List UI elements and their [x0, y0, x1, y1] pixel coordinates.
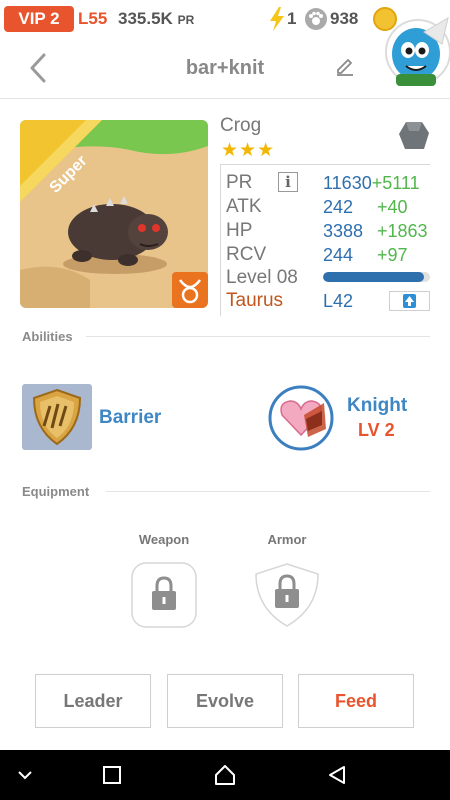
chevron-down-icon[interactable] — [16, 766, 34, 784]
home-icon[interactable] — [213, 763, 237, 787]
feed-button[interactable]: Feed — [298, 674, 414, 728]
ability-knight-level: LV 2 — [358, 420, 395, 440]
card-vertical-divider — [220, 164, 221, 316]
lightning-icon — [270, 7, 284, 31]
zodiac-level: L42 — [323, 291, 354, 311]
card-divider — [220, 164, 430, 165]
equipment-section-title: Equipment — [22, 484, 90, 499]
stat-label-pr: PR — [226, 172, 253, 193]
stat-label-rcv: RCV — [226, 244, 267, 265]
energy-count: 1 — [287, 9, 297, 28]
xp-progress-bar — [323, 272, 430, 282]
stat-value-pr: 11630 — [323, 173, 372, 193]
xp-progress-fill — [323, 272, 424, 282]
stat-bonus-atk: +40 — [377, 197, 408, 217]
heart-knight-icon[interactable] — [268, 385, 334, 451]
zodiac-name: Taurus — [226, 290, 284, 311]
shield-claw-icon[interactable] — [22, 384, 92, 450]
leader-button[interactable]: Leader — [35, 674, 151, 728]
stat-value-atk: 242 — [323, 197, 354, 217]
header-divider — [0, 98, 450, 99]
player-pr-suffix: PR — [177, 13, 195, 27]
stat-value-hp: 3388 — [323, 221, 364, 241]
weapon-slot[interactable] — [131, 562, 197, 628]
rarity-stars: ★★★ — [221, 140, 276, 161]
level-label: Level 08 — [226, 267, 298, 288]
page-title: bar+knit — [185, 57, 265, 79]
armor-label: Armor — [267, 532, 307, 547]
element-rock-icon[interactable] — [397, 119, 431, 153]
stat-bonus-pr: +5111 — [371, 173, 420, 193]
stat-label-atk: ATK — [226, 196, 262, 217]
armor-slot[interactable] — [254, 562, 320, 628]
player-pr: 335.5K PR — [118, 6, 194, 32]
system-nav-bar — [0, 750, 450, 800]
stat-row-pr: 11630+5111 — [323, 172, 420, 194]
taurus-icon — [172, 272, 208, 308]
ability-barrier[interactable]: Barrier — [99, 407, 161, 429]
abilities-divider — [86, 336, 430, 337]
edit-pencil-icon[interactable] — [334, 56, 356, 78]
weapon-label: Weapon — [138, 532, 190, 547]
arrow-up-icon — [403, 294, 416, 308]
stat-value-rcv: 244 — [323, 245, 354, 265]
player-level: L55 — [78, 9, 108, 28]
player-pr-value: 335.5K — [118, 9, 173, 28]
evolve-button[interactable]: Evolve — [167, 674, 283, 728]
info-icon[interactable]: i — [278, 172, 298, 192]
stat-bonus-rcv: +97 — [377, 245, 408, 265]
ability-knight[interactable]: Knight — [347, 395, 407, 417]
equipment-divider — [106, 491, 430, 492]
abilities-section-title: Abilities — [22, 329, 73, 344]
stat-label-hp: HP — [226, 220, 253, 241]
creature-name: Crog — [220, 115, 262, 136]
vip-badge[interactable]: VIP 2 — [4, 6, 74, 32]
zodiac-upgrade-button[interactable] — [389, 291, 430, 311]
stat-bonus-hp: +1863 — [377, 221, 428, 241]
paw-icon — [305, 8, 327, 30]
paw-count: 938 — [330, 9, 359, 28]
back-triangle-icon[interactable] — [326, 764, 348, 786]
recent-apps-icon[interactable] — [102, 765, 122, 785]
